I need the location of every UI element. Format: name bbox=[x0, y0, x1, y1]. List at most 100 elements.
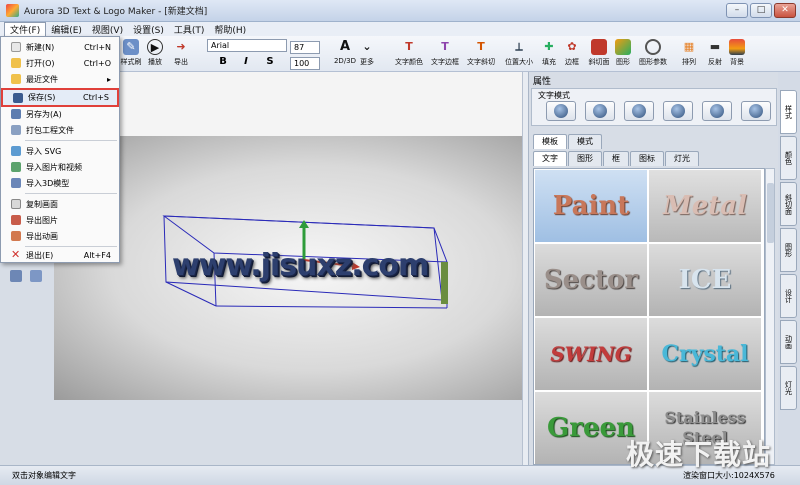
scrollbar-thumb[interactable] bbox=[767, 183, 774, 243]
tab-frame[interactable]: 框 bbox=[603, 151, 629, 166]
tab-icon[interactable]: 图标 bbox=[630, 151, 664, 166]
close-button[interactable]: ✕ bbox=[774, 3, 796, 18]
tool-icon[interactable] bbox=[30, 270, 42, 282]
text-border-icon: T bbox=[441, 40, 449, 53]
text-border-button[interactable]: T 文字边框 bbox=[426, 38, 464, 70]
menu-pack-label: 打包工程文件 bbox=[26, 125, 74, 135]
text-mode-button[interactable] bbox=[624, 101, 654, 121]
menu-help[interactable]: 帮助(H) bbox=[209, 23, 251, 36]
menu-exit[interactable]: ✕ 退出(E) Alt+F4 bbox=[1, 247, 119, 263]
menu-tools[interactable]: 工具(T) bbox=[169, 23, 210, 36]
toolbar: ✎ 样式刷 ▶ 播放 ➜ 导出 Arial 87 100 B I S A 2D/… bbox=[0, 36, 800, 72]
menu-copy-frame[interactable]: 复制画面 bbox=[1, 196, 119, 212]
shape-icon bbox=[615, 39, 631, 55]
export-image-icon bbox=[11, 215, 21, 225]
tab-light[interactable]: 灯光 bbox=[665, 151, 699, 166]
tool-icon[interactable] bbox=[10, 270, 22, 282]
bold-button[interactable]: B bbox=[215, 55, 231, 69]
side-tab-style[interactable]: 样式 bbox=[780, 90, 797, 134]
text-mode-button[interactable] bbox=[663, 101, 693, 121]
maximize-button[interactable]: □ bbox=[750, 3, 772, 18]
text-mode-button[interactable] bbox=[585, 101, 615, 121]
text-mode-button[interactable] bbox=[702, 101, 732, 121]
menu-open[interactable]: 打开(O) Ctrl+O bbox=[1, 55, 119, 71]
italic-button[interactable]: I bbox=[238, 55, 254, 69]
menu-view[interactable]: 视图(V) bbox=[87, 23, 128, 36]
panel-title: 属性 bbox=[533, 77, 552, 87]
menu-recent[interactable]: 最近文件 ▸ bbox=[1, 71, 119, 87]
tab-shape[interactable]: 图形 bbox=[568, 151, 602, 166]
font-family-select[interactable]: Arial bbox=[207, 39, 287, 52]
menu-pack-project[interactable]: 打包工程文件 bbox=[1, 122, 119, 138]
style-tile-crystal[interactable]: Crystal bbox=[649, 318, 761, 390]
menu-import-image-video[interactable]: 导入图片和视频 bbox=[1, 159, 119, 175]
menu-exit-label: 退出(E) bbox=[26, 250, 54, 260]
style-tile-swing[interactable]: SWING bbox=[535, 318, 647, 390]
side-tab-shape[interactable]: 图形 bbox=[780, 228, 797, 272]
menu-separator bbox=[25, 140, 117, 141]
text-bevel-button[interactable]: T 文字斜切 bbox=[462, 38, 500, 70]
side-tab-light[interactable]: 灯光 bbox=[780, 366, 797, 410]
style-tile-metal[interactable]: Metal bbox=[649, 170, 761, 242]
text-mode-button[interactable] bbox=[546, 101, 576, 121]
menu-save[interactable]: 保存(S) Ctrl+S bbox=[1, 88, 119, 107]
menu-new[interactable]: 新建(N) Ctrl+N bbox=[1, 39, 119, 55]
text-color-icon: T bbox=[405, 40, 413, 53]
background-label: 背景 bbox=[730, 58, 744, 66]
more-button[interactable]: ⌄ 更多 bbox=[348, 38, 386, 70]
menu-open-shortcut: Ctrl+O bbox=[83, 58, 111, 68]
side-tab-color[interactable]: 颜色 bbox=[780, 136, 797, 180]
canvas-margin-top bbox=[54, 72, 522, 136]
minimize-button[interactable]: – bbox=[726, 3, 748, 18]
menu-copy-frame-label: 复制画面 bbox=[26, 199, 58, 209]
menu-save-as[interactable]: 另存为(A) bbox=[1, 106, 119, 122]
border-label: 边框 bbox=[565, 58, 579, 66]
menu-import-svg-label: 导入 SVG bbox=[26, 146, 62, 156]
menu-import-3d[interactable]: 导入3D模型 bbox=[1, 175, 119, 191]
menu-bar: 文件(F) 编辑(E) 视图(V) 设置(S) 工具(T) 帮助(H) bbox=[0, 22, 800, 36]
text-color-button[interactable]: T 文字颜色 bbox=[390, 38, 428, 70]
shape-params-icon bbox=[645, 39, 661, 55]
line-size-input[interactable]: 100 bbox=[290, 57, 320, 70]
text-mode-button[interactable] bbox=[741, 101, 771, 121]
style-tile-sector[interactable]: Sector bbox=[535, 244, 647, 316]
menu-import-svg[interactable]: 导入 SVG bbox=[1, 143, 119, 159]
shape-label: 图形 bbox=[616, 58, 630, 66]
menu-edit[interactable]: 编辑(E) bbox=[46, 23, 87, 36]
menu-settings[interactable]: 设置(S) bbox=[128, 23, 169, 36]
style-tile-paint[interactable]: Paint bbox=[535, 170, 647, 242]
side-tab-bevel[interactable]: 斜切面 bbox=[780, 182, 797, 226]
text-style-icon bbox=[710, 104, 724, 118]
side-tab-design[interactable]: 设计 bbox=[780, 274, 797, 318]
menu-file[interactable]: 文件(F) bbox=[4, 22, 47, 36]
gallery-scrollbar[interactable] bbox=[765, 168, 775, 465]
play-label: 播放 bbox=[148, 58, 162, 66]
side-tab-animation[interactable]: 动画 bbox=[780, 320, 797, 364]
style-gallery: Paint Metal Sector ICE SWING Crystal Gre… bbox=[533, 168, 765, 465]
panel-tabs: 模板 模式 bbox=[533, 134, 603, 149]
tab-mode[interactable]: 模式 bbox=[568, 134, 602, 149]
tab-template[interactable]: 模板 bbox=[533, 134, 567, 149]
properties-panel: 属性 文字模式 模板 模式 文字 图形 框 图标 灯光 Paint Metal … bbox=[528, 72, 778, 465]
menu-new-label: 新建(N) bbox=[26, 42, 55, 52]
more-label: 更多 bbox=[360, 58, 374, 66]
style-tile-ice[interactable]: ICE bbox=[649, 244, 761, 316]
3d-text-object[interactable]: www.jisuxz.com bbox=[172, 248, 429, 283]
tab-text[interactable]: 文字 bbox=[533, 151, 567, 166]
menu-import-3d-label: 导入3D模型 bbox=[26, 178, 70, 188]
package-icon bbox=[11, 125, 21, 135]
window-title: Aurora 3D Text & Logo Maker - [新建文档] bbox=[24, 7, 208, 17]
background-icon bbox=[729, 39, 745, 55]
render-viewport[interactable]: www.jisuxz.com bbox=[54, 136, 522, 400]
menu-export-image[interactable]: 导出图片 bbox=[1, 212, 119, 228]
canvas-margin-bottom bbox=[54, 400, 522, 465]
exit-x-icon: ✕ bbox=[11, 248, 21, 261]
strike-button[interactable]: S bbox=[262, 55, 278, 69]
export-button[interactable]: ➜ 导出 bbox=[162, 38, 200, 70]
background-button[interactable]: 背景 bbox=[718, 38, 756, 70]
file-menu-dropdown: 新建(N) Ctrl+N 打开(O) Ctrl+O 最近文件 ▸ 保存(S) Ctrl+… bbox=[0, 36, 120, 263]
font-size-input[interactable]: 87 bbox=[290, 41, 320, 54]
shape-params-button[interactable]: 图形参数 bbox=[634, 38, 672, 70]
menu-import-image-label: 导入图片和视频 bbox=[26, 162, 82, 172]
menu-export-animation[interactable]: 导出动画 bbox=[1, 228, 119, 244]
